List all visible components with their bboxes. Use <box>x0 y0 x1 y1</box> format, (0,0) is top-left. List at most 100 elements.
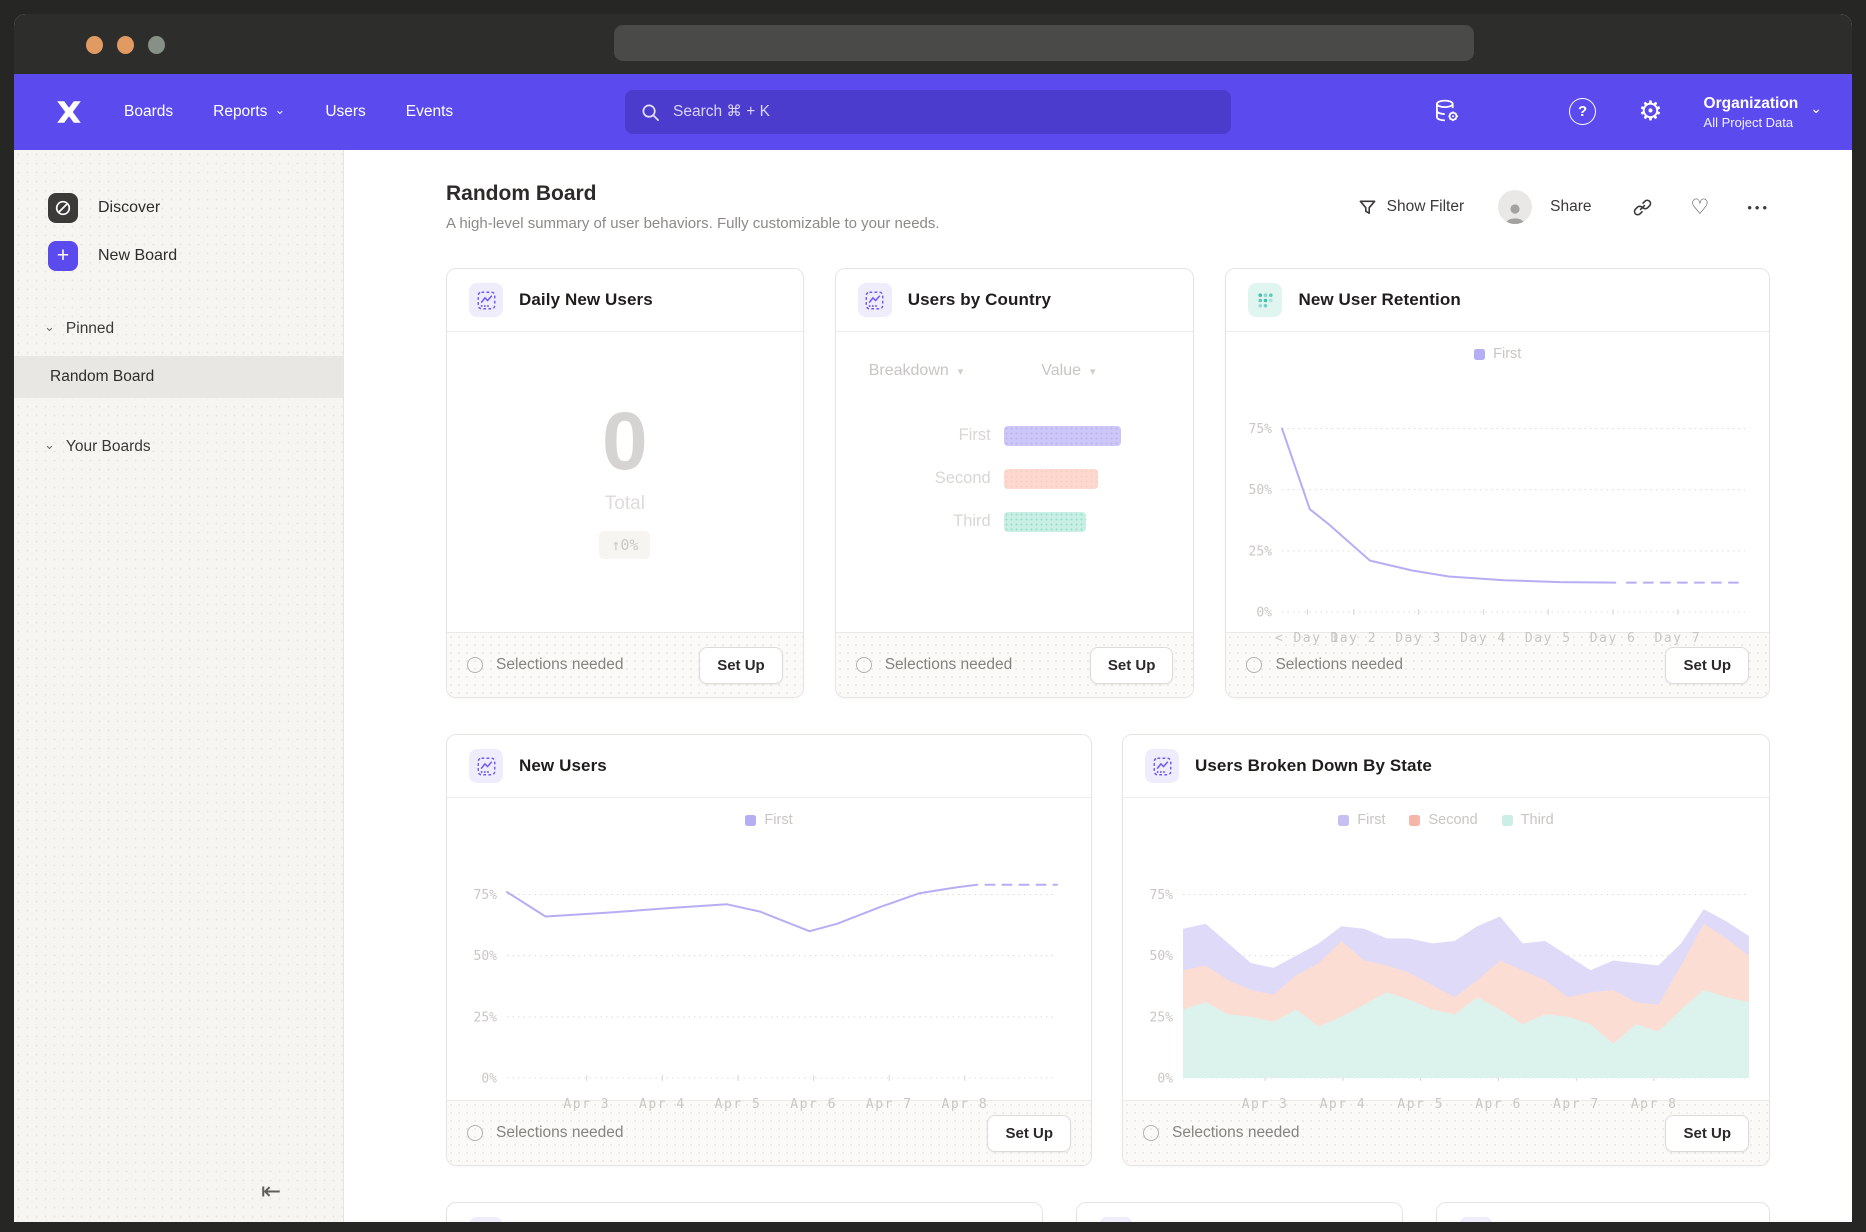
svg-text:Apr 5: Apr 5 <box>715 1097 762 1112</box>
top-navbar: Boards Reports ⌄ Users Events <box>14 74 1852 150</box>
svg-text:50%: 50% <box>474 949 498 964</box>
retention-grid-icon <box>1248 283 1282 317</box>
svg-text:Apr 4: Apr 4 <box>639 1097 686 1112</box>
svg-text:Day 7: Day 7 <box>1655 631 1702 646</box>
svg-text:0%: 0% <box>1257 606 1273 621</box>
chart-legend: First <box>447 812 1091 828</box>
mixpanel-logo-icon[interactable] <box>54 97 84 127</box>
card-title: New User Retention <box>1298 290 1460 310</box>
breakdown-dropdown[interactable]: Breakdown ▾ <box>869 362 964 380</box>
avatar[interactable] <box>1498 190 1532 224</box>
svg-text:50%: 50% <box>1150 949 1174 964</box>
card-title: Users by Country <box>908 290 1051 310</box>
status-selections-needed: Selections needed <box>856 656 1013 674</box>
card-title: Users Broken Down By State <box>1195 756 1432 776</box>
breakdown-label: Third <box>836 512 1004 531</box>
breakdown-row: Third <box>836 500 1194 543</box>
sidebar-collapse-icon[interactable]: ⇤ <box>261 1177 281 1206</box>
card-new-users: New Users First 75%50%25%0%Apr 3Apr 4Apr… <box>446 734 1092 1166</box>
legend-swatch <box>1474 349 1485 360</box>
card-stacked-line-graph: Stacked Line Graph <box>446 1202 1043 1222</box>
window-zoom-button[interactable] <box>148 36 165 54</box>
page-subtitle: A high-level summary of user behaviors. … <box>446 215 940 232</box>
svg-text:Apr 4: Apr 4 <box>1320 1097 1367 1112</box>
nav-item-users[interactable]: Users <box>325 103 365 121</box>
card-title: New Users <box>519 756 607 776</box>
svg-text:Apr 8: Apr 8 <box>942 1097 989 1112</box>
legend-item: Third <box>1502 812 1554 828</box>
value-dropdown[interactable]: Value ▾ <box>1041 362 1095 380</box>
legend-swatch <box>745 815 756 826</box>
svg-text:25%: 25% <box>474 1010 498 1025</box>
breakdown-row: Second <box>836 457 1194 500</box>
legend-swatch <box>1409 815 1420 826</box>
legend-swatch <box>1338 815 1349 826</box>
gear-glyph: ⚙ <box>1638 98 1662 125</box>
board-main: Random Board A high-level summary of use… <box>344 150 1852 1222</box>
org-name: Organization <box>1704 94 1799 115</box>
svg-text:25%: 25% <box>1249 544 1273 559</box>
status-selections-needed: Selections needed <box>1143 1124 1300 1142</box>
breakdown-label: Second <box>836 469 1004 488</box>
primary-nav: Boards Reports ⌄ Users Events <box>124 103 453 121</box>
svg-text:Day 2: Day 2 <box>1331 631 1378 646</box>
breakdown-bar <box>1004 469 1098 489</box>
sidebar-item-new-board[interactable]: + New Board <box>14 232 343 280</box>
search-input[interactable] <box>671 102 1215 122</box>
help-icon[interactable]: ? <box>1568 97 1598 127</box>
legend-label: First <box>764 812 792 828</box>
window-close-button[interactable] <box>86 36 103 54</box>
svg-text:25%: 25% <box>1150 1010 1174 1025</box>
legend-item: Second <box>1409 812 1477 828</box>
breakdown-bar <box>1004 512 1086 532</box>
nav-item-reports[interactable]: Reports ⌄ <box>213 103 285 121</box>
apps-grid-icon[interactable] <box>1500 97 1530 127</box>
svg-text:Day 5: Day 5 <box>1525 631 1572 646</box>
sidebar-item-discover[interactable]: Discover <box>14 184 343 232</box>
legend-item: First <box>1474 346 1521 362</box>
copy-link-icon[interactable] <box>1632 197 1653 218</box>
chevron-down-icon: ▾ <box>958 365 964 378</box>
favorite-heart-icon[interactable]: ♡ <box>1691 197 1710 218</box>
svg-text:Apr 6: Apr 6 <box>790 1097 837 1112</box>
org-switcher[interactable]: Organization All Project Data ⌄ <box>1704 94 1822 130</box>
svg-text:Apr 8: Apr 8 <box>1631 1097 1678 1112</box>
svg-text:Apr 7: Apr 7 <box>1553 1097 1600 1112</box>
settings-gear-icon[interactable]: ⚙ <box>1636 97 1666 127</box>
chart-legend: FirstSecondThird <box>1123 812 1769 828</box>
window-minimize-button[interactable] <box>117 36 134 54</box>
data-management-icon[interactable] <box>1432 97 1462 127</box>
plus-icon: + <box>48 241 78 271</box>
nav-item-boards[interactable]: Boards <box>124 103 173 121</box>
window-controls <box>86 36 165 54</box>
setup-button[interactable]: Set Up <box>699 647 783 684</box>
line-chart-icon <box>1145 749 1179 783</box>
help-glyph: ? <box>1578 103 1587 120</box>
card-title: Daily New Users <box>519 290 653 310</box>
show-filter-button[interactable]: Show Filter <box>1358 198 1465 217</box>
address-bar[interactable] <box>614 25 1474 61</box>
empty-circle-icon <box>1246 657 1262 673</box>
line-chart-icon <box>1459 1217 1493 1222</box>
line-chart-icon <box>469 1217 503 1222</box>
global-search[interactable] <box>625 90 1231 134</box>
browser-window: Boards Reports ⌄ Users Events <box>14 14 1852 1222</box>
card-users-by-state: Users Broken Down By State FirstSecondTh… <box>1122 734 1770 1166</box>
svg-text:Apr 5: Apr 5 <box>1397 1097 1444 1112</box>
svg-text:0%: 0% <box>481 1072 497 1087</box>
sidebar-section-your-boards[interactable]: ⌄ Your Boards <box>14 430 343 464</box>
org-project: All Project Data <box>1704 115 1799 130</box>
svg-text:50%: 50% <box>1249 483 1273 498</box>
setup-button[interactable]: Set Up <box>1090 647 1174 684</box>
chart-legend: First <box>1226 346 1769 362</box>
more-options-icon[interactable]: ••• <box>1747 200 1770 215</box>
chevron-down-icon: ⌄ <box>1810 100 1822 117</box>
nav-item-events[interactable]: Events <box>406 103 453 121</box>
sidebar-item-random-board[interactable]: Random Board <box>14 356 343 398</box>
share-button[interactable]: Share <box>1550 198 1591 216</box>
legend-label: First <box>1493 346 1521 362</box>
metric-label: Total <box>605 493 645 515</box>
nav-label: Events <box>406 103 453 121</box>
sidebar-section-pinned[interactable]: ⌄ Pinned <box>14 312 343 346</box>
discover-compass-icon <box>48 193 78 223</box>
